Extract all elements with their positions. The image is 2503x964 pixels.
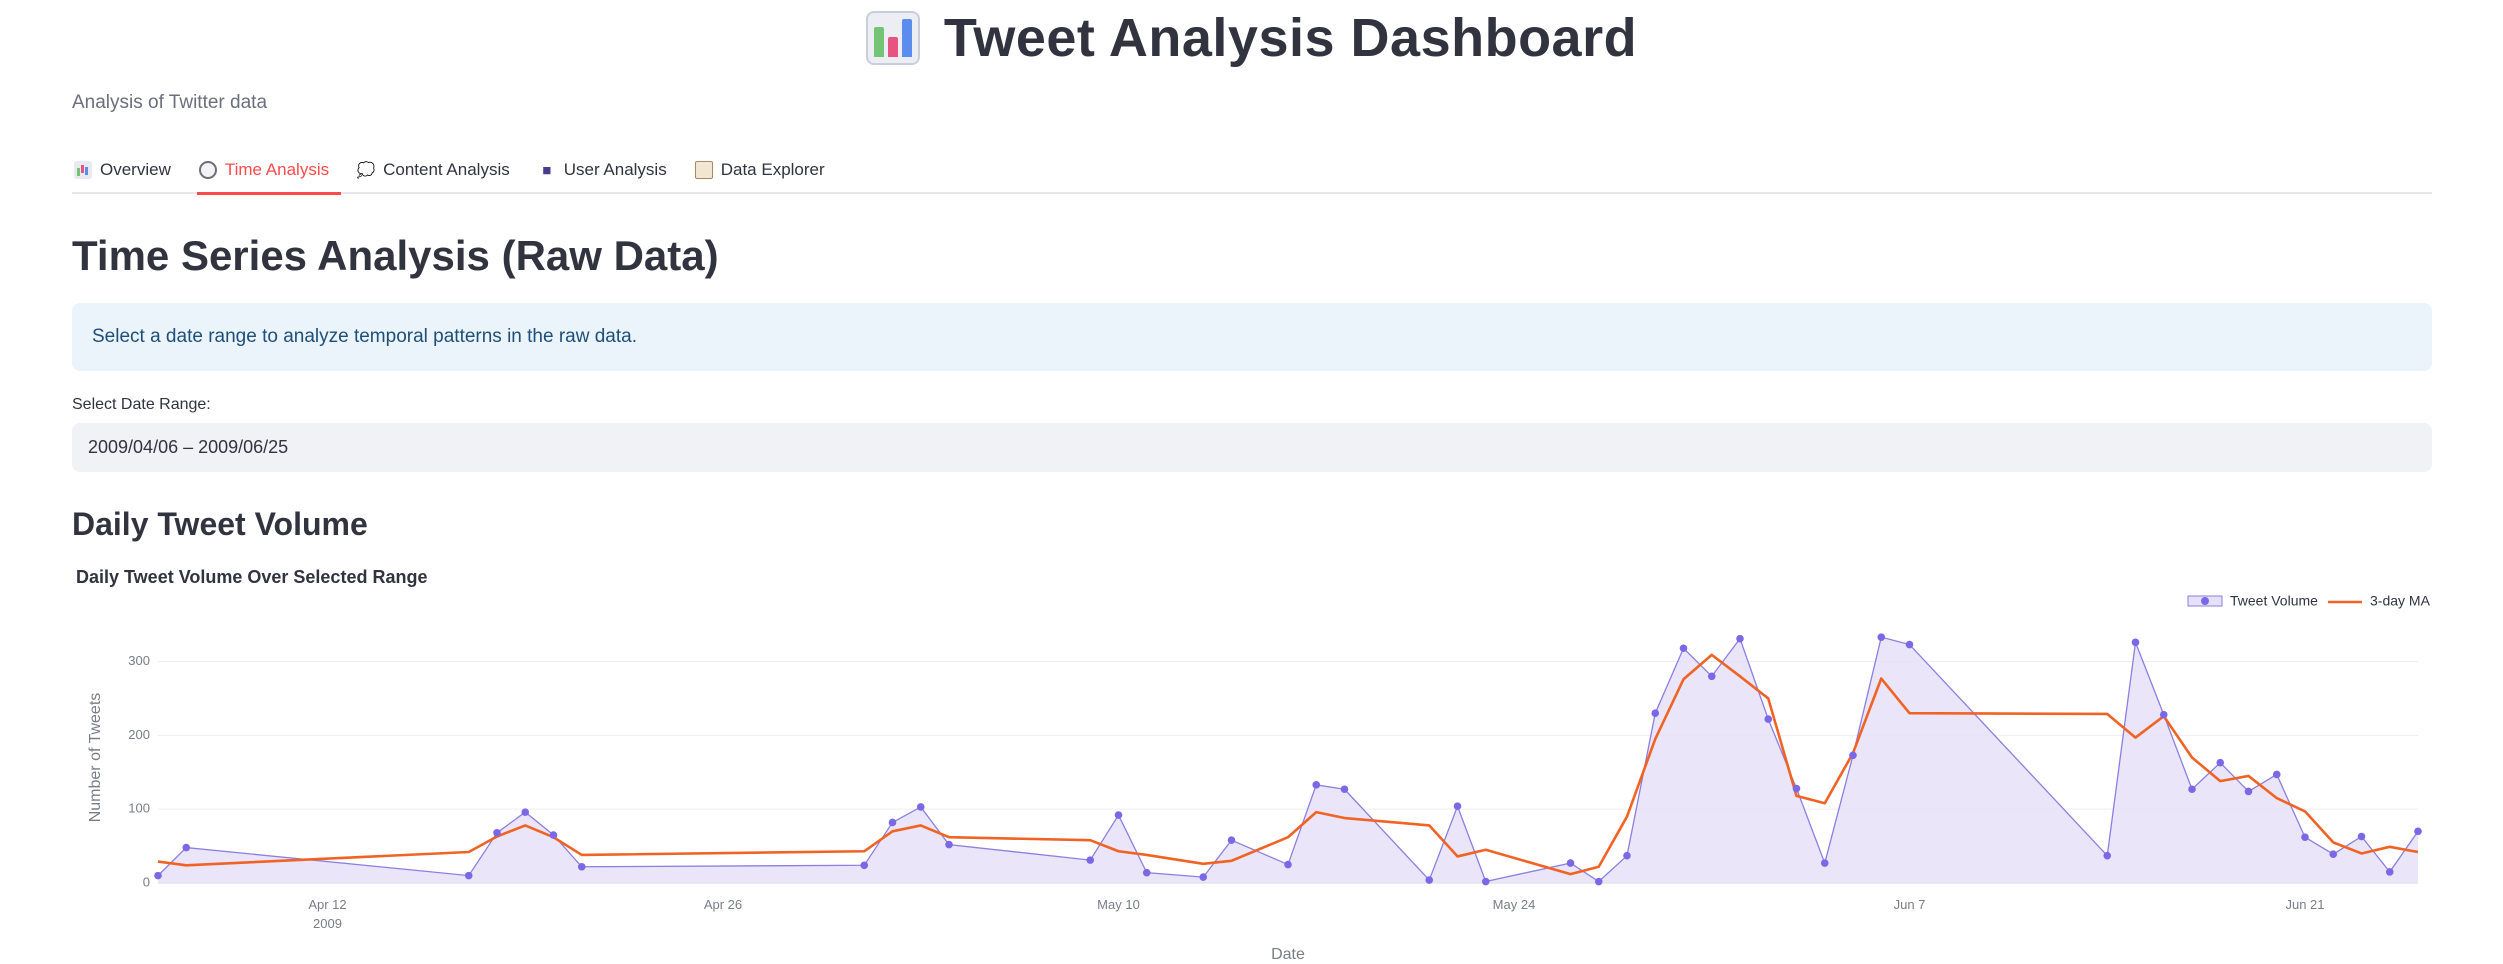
tweet-volume-point xyxy=(945,840,953,849)
tab-bar: Overview Time Analysis 💭 Content Analysi… xyxy=(72,148,2432,195)
tweet-volume-point xyxy=(1114,811,1123,819)
tweet-volume-point xyxy=(2357,832,2366,841)
tweet-volume-point xyxy=(1199,873,1208,881)
page-header: Tweet Analysis Dashboard xyxy=(0,0,2503,76)
page-title: Tweet Analysis Dashboard xyxy=(943,8,1638,68)
x-tick-label: Jun 21 xyxy=(2285,897,2324,912)
tab-content-analysis[interactable]: 💭 Content Analysis xyxy=(355,148,522,192)
tweet-volume-point xyxy=(1284,860,1292,869)
y-tick-label: 0 xyxy=(143,874,150,889)
chart-title: Daily Tweet Volume Over Selected Range xyxy=(76,567,427,587)
tweet-volume-point xyxy=(1086,856,1095,864)
x-tick-label: Jun 7 xyxy=(1894,897,1926,912)
tweet-volume-point xyxy=(2131,638,2140,647)
tweet-volume-point xyxy=(1736,634,1744,643)
x-axis-label: Date xyxy=(1271,946,1305,963)
tweet-volume-point xyxy=(521,808,530,816)
x-tick-label: May 10 xyxy=(1097,897,1140,912)
page-subtitle: Analysis of Twitter data xyxy=(72,92,268,113)
tweet-volume-point xyxy=(577,862,586,871)
tab-user-analysis[interactable]: ■ User Analysis xyxy=(536,148,679,192)
tab-data-explorer[interactable]: Data Explorer xyxy=(693,148,837,192)
tab-label: User Analysis xyxy=(563,160,667,179)
legend-marker-volume xyxy=(2201,597,2209,605)
tweet-volume-area xyxy=(158,637,2418,883)
tweet-volume-point xyxy=(1679,644,1688,653)
date-range-value: 2009/04/06 – 2009/06/25 xyxy=(88,437,289,457)
bar-chart-icon xyxy=(865,11,920,65)
clock-icon xyxy=(198,161,217,179)
tweet-volume-point xyxy=(464,871,473,880)
x-tick-label: Apr 12 xyxy=(308,897,346,912)
tweet-volume-point xyxy=(1792,784,1801,793)
info-alert: Select a date range to analyze temporal … xyxy=(72,303,2432,371)
x-tick-label: Apr 26 xyxy=(704,897,742,912)
legend-label-ma: 3-day MA xyxy=(2370,593,2431,609)
tweet-volume-point xyxy=(2272,770,2281,779)
tweet-volume-point xyxy=(1820,859,1829,867)
tweet-volume-point xyxy=(1453,802,1462,811)
x-tick-label: May 24 xyxy=(1493,897,1536,912)
tweet-volume-chart[interactable]: Daily Tweet Volume Over Selected Range 0 1… xyxy=(72,566,2432,964)
date-range-label: Select Date Range: xyxy=(72,396,211,413)
y-tick-label: 100 xyxy=(128,801,150,816)
tweet-volume-point xyxy=(1425,876,1434,884)
tweet-volume-point xyxy=(1623,851,1631,860)
legend-label-volume: Tweet Volume xyxy=(2230,593,2318,609)
tweet-volume-point xyxy=(1142,868,1151,877)
clipboard-icon xyxy=(694,161,713,179)
subsection-title: Daily Tweet Volume xyxy=(72,506,368,542)
tweet-volume-point xyxy=(1877,633,1886,641)
y-tick-label: 300 xyxy=(128,653,150,668)
tab-label: Content Analysis xyxy=(383,160,510,179)
tweet-volume-point xyxy=(888,818,897,827)
tweet-volume-point xyxy=(2216,758,2225,767)
tweet-volume-point xyxy=(1905,640,1914,649)
user-icon: ■ xyxy=(542,161,552,179)
section-title: Time Series Analysis (Raw Data) xyxy=(72,232,719,279)
tweet-volume-point xyxy=(2103,851,2112,860)
tweet-volume-point xyxy=(916,803,925,811)
tweet-volume-point xyxy=(1481,877,1490,886)
bar-chart-icon xyxy=(74,161,92,179)
tweet-volume-point xyxy=(1764,715,1773,723)
tweet-volume-point xyxy=(1566,859,1575,867)
tweet-volume-point xyxy=(1227,836,1236,844)
tab-overview[interactable]: Overview xyxy=(72,148,183,192)
y-axis-label: Number of Tweets xyxy=(87,693,104,823)
tweet-volume-point xyxy=(2159,710,2168,719)
tweet-volume-point xyxy=(2329,850,2338,859)
tab-label: Overview xyxy=(100,160,171,179)
tweet-volume-point xyxy=(1849,751,1857,760)
date-range-input[interactable]: 2009/04/06 – 2009/06/25 xyxy=(72,423,2432,472)
tab-label: Data Explorer xyxy=(720,160,825,179)
tweet-volume-point xyxy=(2188,785,2196,794)
y-tick-label: 200 xyxy=(128,727,150,742)
tab-time-analysis[interactable]: Time Analysis xyxy=(196,148,342,195)
tweet-volume-point xyxy=(1707,672,1716,681)
tweet-volume-point xyxy=(1651,709,1660,718)
tweet-volume-point xyxy=(1594,877,1603,886)
tweet-volume-point xyxy=(2385,868,2394,876)
tweet-volume-point xyxy=(154,871,162,880)
tweet-volume-point xyxy=(2244,787,2253,796)
tweet-volume-point xyxy=(549,831,558,839)
tweet-volume-point xyxy=(860,861,869,870)
tweet-volume-point xyxy=(2301,833,2309,842)
tweet-volume-point xyxy=(1312,781,1321,789)
speech-bubble-icon: 💭 xyxy=(356,162,376,179)
chart-svg: Daily Tweet Volume Over Selected Range 0 1… xyxy=(76,567,2431,963)
x-tick-sublabel: 2009 xyxy=(313,916,342,931)
info-message: Select a date range to analyze temporal … xyxy=(92,326,637,347)
tweet-volume-point xyxy=(1340,785,1349,794)
tab-label: Time Analysis xyxy=(224,160,330,179)
tweet-volume-point xyxy=(2414,827,2422,836)
tweet-volume-point xyxy=(493,829,501,837)
tweet-volume-point xyxy=(182,843,191,852)
